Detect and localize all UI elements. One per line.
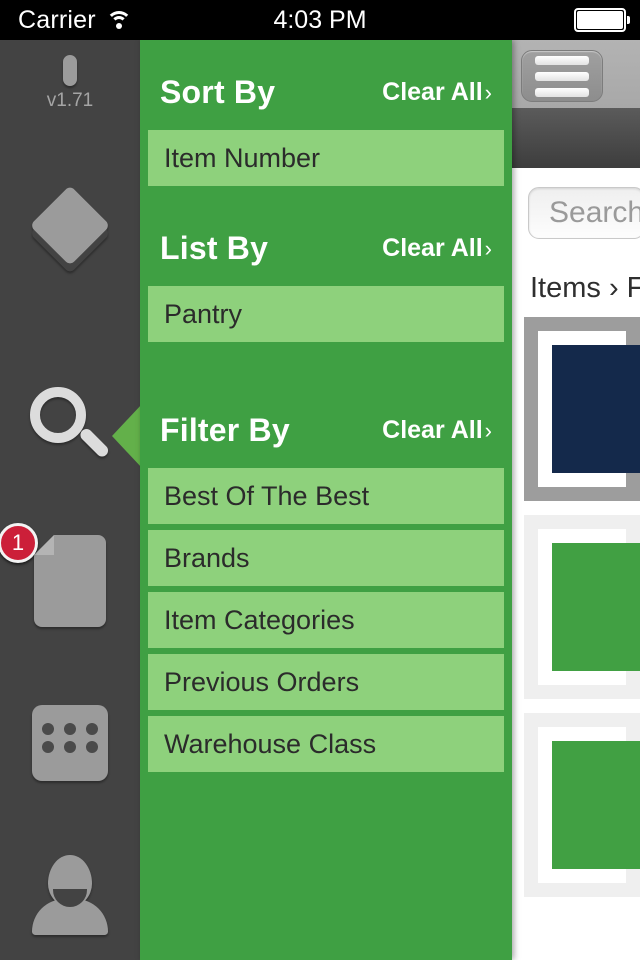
breadcrumb[interactable]: Items › Fo [512,258,640,317]
clear-all-button-list-by[interactable]: Clear All› [382,234,492,263]
facet-spacer [140,192,512,210]
device-icon [63,55,77,86]
clear-all-label: Clear All [382,415,483,444]
facet-row-pantry[interactable]: Pantry [148,286,504,342]
facet-section-header-filter-by: Filter By Clear All› [140,392,512,468]
top-nav-bar [512,40,640,108]
facet-section-header-list-by: List By Clear All› [140,210,512,286]
clear-all-button-sort-by[interactable]: Clear All› [382,78,492,107]
facet-row-best-of-the-best[interactable]: Best Of The Best [148,468,504,524]
nav-sub-bar [512,108,640,168]
item-card-frame [538,727,640,883]
facet-section-header-sort-by: Sort By Clear All› [140,40,512,130]
facet-section-title: List By [160,229,269,266]
hamburger-icon[interactable] [521,50,603,102]
sidebar-item-account[interactable] [0,855,140,935]
sidebar-item-calculator[interactable] [0,705,140,781]
chevron-right-icon: › [484,235,492,261]
version-label: v1.71 [46,90,94,111]
search-input[interactable]: Search [528,187,640,239]
calculator-icon [32,705,108,781]
left-sidebar: v1.71 1 [0,40,140,960]
active-section-pointer [112,404,142,468]
clear-all-label: Clear All [382,233,483,262]
item-thumbnail [552,345,640,473]
item-card-frame [538,529,640,685]
facet-row-brands[interactable]: Brands [148,530,504,586]
sidebar-item-documents[interactable]: 1 [0,523,140,627]
item-thumbnail [552,543,640,671]
clear-all-label: Clear All [382,77,483,106]
battery-icon [574,8,630,32]
app-screen: Carrier 4:03 PM Search Items › Fo [0,0,640,960]
facet-panel: Sort By Clear All› Item Number List By C… [140,40,512,960]
search-bar-container: Search [512,168,640,258]
facet-spacer [140,348,512,392]
chevron-right-icon: › [484,417,492,443]
item-card[interactable] [524,713,640,897]
item-card[interactable] [524,317,640,501]
facet-row-warehouse-class[interactable]: Warehouse Class [148,716,504,772]
chevron-right-icon: › [484,79,492,105]
status-bar: Carrier 4:03 PM [0,0,640,40]
item-thumbnail [552,741,640,869]
magnifier-icon [28,385,112,469]
sidebar-item-device[interactable]: v1.71 [0,55,140,112]
main-content-panel: Search Items › Fo [512,40,640,960]
facet-row-item-number[interactable]: Item Number [148,130,504,186]
document-icon: 1 [0,523,106,627]
facet-row-previous-orders[interactable]: Previous Orders [148,654,504,710]
item-card-frame [538,331,640,487]
clear-all-button-filter-by[interactable]: Clear All› [382,416,492,445]
notification-badge: 1 [0,523,38,563]
facet-row-item-categories[interactable]: Item Categories [148,592,504,648]
facet-section-title: Sort By [160,73,276,110]
facet-section-title: Filter By [160,411,290,448]
person-icon [32,855,108,935]
item-card[interactable] [524,515,640,699]
status-bar-clock: 4:03 PM [273,5,367,34]
